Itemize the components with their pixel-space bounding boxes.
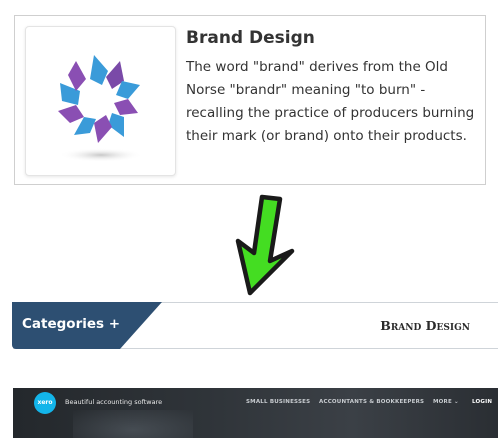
- categories-tab-label: Categories +: [22, 316, 121, 332]
- nav-login[interactable]: LOGIN: [472, 399, 492, 405]
- brand-design-card[interactable]: Brand Design The word "brand" derives fr…: [14, 15, 486, 185]
- brand-logo-icon: [58, 55, 143, 162]
- tagline: Beautiful accounting software: [65, 398, 163, 406]
- background-glow: [73, 410, 193, 438]
- categories-bar: Categories + Brand Design: [12, 302, 498, 349]
- card-description: The word "brand" derives from the Old No…: [186, 59, 475, 144]
- nav-accountants-bookkeepers[interactable]: ACCOUNTANTS & BOOKKEEPERS: [319, 399, 424, 405]
- breadcrumb-current: Brand Design: [380, 318, 470, 333]
- page: Brand Design The word "brand" derives fr…: [0, 0, 498, 438]
- green-arrow-down-icon: [235, 194, 295, 296]
- nav-small-businesses[interactable]: SMALL BUSINESSES: [246, 399, 310, 405]
- categories-tab[interactable]: Categories +: [12, 302, 162, 349]
- xero-logo-icon[interactable]: xero: [34, 392, 56, 414]
- website-preview[interactable]: xero Beautiful accounting software SMALL…: [13, 388, 498, 438]
- nav-more[interactable]: MORE ⌄: [433, 399, 459, 405]
- card-title[interactable]: Brand Design: [186, 28, 315, 48]
- thumbnail[interactable]: [25, 26, 176, 176]
